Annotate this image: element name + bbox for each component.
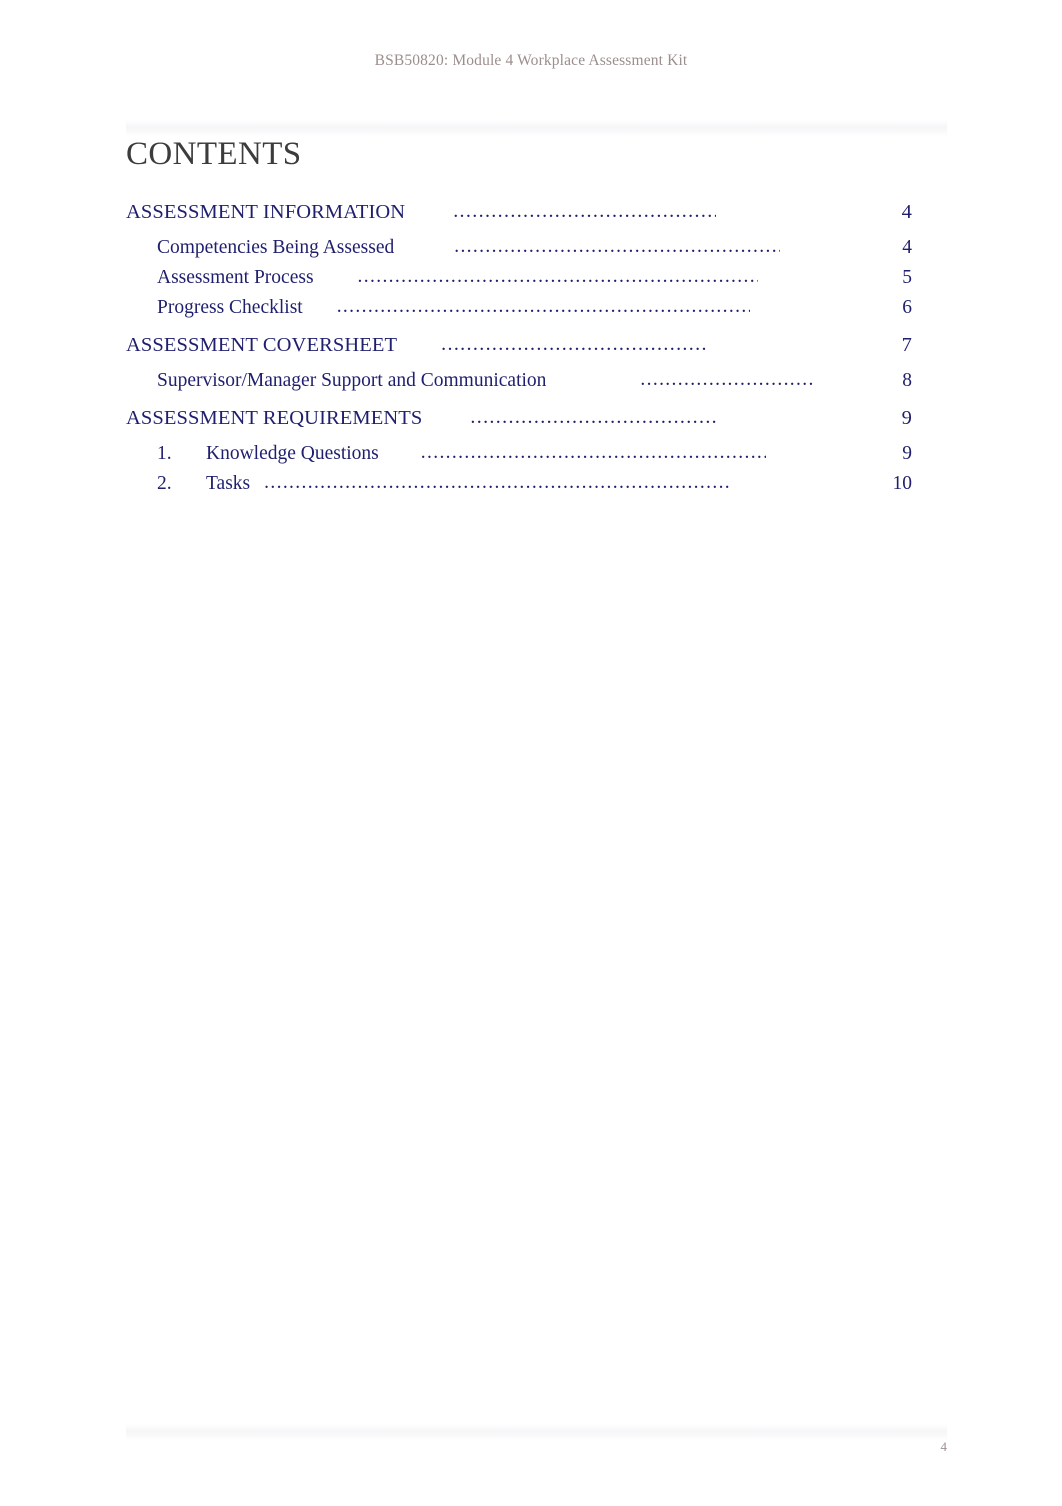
toc-entry[interactable]: Progress Checklist......................…: [126, 297, 912, 327]
toc-entry[interactable]: Supervisor/Manager Support and Communica…: [126, 370, 912, 400]
toc-entry-number: 1.: [157, 443, 172, 464]
toc-dot-leader: ........................................…: [336, 297, 750, 317]
toc-entry-page-number: 4: [902, 237, 912, 258]
table-of-contents: ASSESSMENT INFORMATION..................…: [126, 201, 912, 503]
toc-dot-leader: ........................................…: [470, 407, 716, 427]
toc-entry-page-number: 10: [892, 473, 913, 494]
toc-entry-label: Knowledge Questions: [206, 443, 379, 464]
header-title: BSB50820: Module 4 Workplace Assessment …: [374, 52, 688, 69]
toc-entry-page-number: 8: [902, 370, 912, 391]
toc-entry-label: Supervisor/Manager Support and Communica…: [157, 370, 547, 391]
running-footer: 4: [126, 1438, 948, 1460]
toc-entry-page-number: 5: [902, 267, 912, 288]
toc-entry-number: 2.: [157, 473, 172, 494]
toc-entry-label: ASSESSMENT COVERSHEET: [126, 334, 398, 356]
toc-entry[interactable]: ASSESSMENT INFORMATION..................…: [126, 201, 912, 237]
toc-dot-leader: ........................................…: [454, 237, 780, 257]
toc-entry-page-number: 6: [902, 297, 912, 318]
toc-entry[interactable]: Assessment Process......................…: [126, 267, 912, 297]
footer-page-number: 4: [940, 1439, 948, 1454]
toc-entry[interactable]: 2. Tasks.................................…: [126, 473, 912, 503]
header-divider: [126, 120, 947, 136]
toc-entry-page-number: 7: [901, 334, 912, 356]
toc-entry-label: Assessment Process: [157, 267, 314, 288]
toc-entry-label: ASSESSMENT REQUIREMENTS: [126, 407, 423, 429]
toc-entry[interactable]: 1. Knowledge Questions...................…: [126, 443, 912, 473]
toc-entry-page-number: 9: [901, 407, 912, 429]
toc-entry[interactable]: ASSESSMENT COVERSHEET...................…: [126, 334, 912, 370]
toc-entry-label: ASSESSMENT INFORMATION: [126, 201, 406, 223]
toc-entry[interactable]: Competencies Being Assessed.............…: [126, 237, 912, 267]
toc-dot-leader: ........................................…: [420, 443, 766, 463]
toc-entry-page-number: 4: [901, 201, 912, 223]
page-content: CONTENTS ASSESSMENT INFORMATION.........…: [126, 138, 926, 503]
page-title: CONTENTS: [126, 136, 302, 172]
toc-entry-label: Tasks: [206, 473, 251, 494]
running-header: BSB50820: Module 4 Workplace Assessment …: [0, 52, 1062, 78]
toc-entry-page-number: 9: [902, 443, 912, 464]
toc-dot-leader: ........................................…: [640, 370, 816, 390]
toc-entry[interactable]: ASSESSMENT REQUIREMENTS.................…: [126, 407, 912, 443]
toc-dot-leader: ........................................…: [453, 201, 716, 221]
toc-entry-label: Competencies Being Assessed: [157, 237, 395, 258]
toc-dot-leader: ........................................…: [441, 334, 708, 354]
toc-dot-leader: ........................................…: [264, 473, 730, 493]
document-page: BSB50820: Module 4 Workplace Assessment …: [0, 0, 1062, 1506]
toc-entry-label: Progress Checklist: [157, 297, 303, 318]
toc-dot-leader: ........................................…: [357, 267, 758, 287]
